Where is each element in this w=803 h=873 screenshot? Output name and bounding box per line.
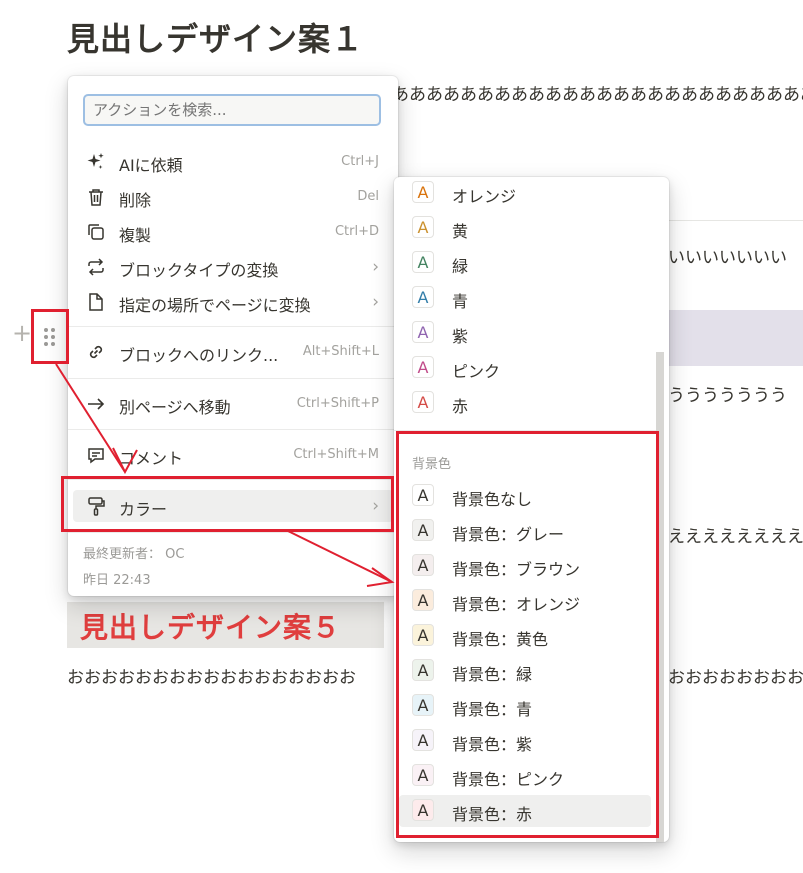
annotation-arrow [55, 363, 126, 473]
annotation-arrows [55, 363, 395, 587]
annotation-arrow [287, 530, 393, 583]
